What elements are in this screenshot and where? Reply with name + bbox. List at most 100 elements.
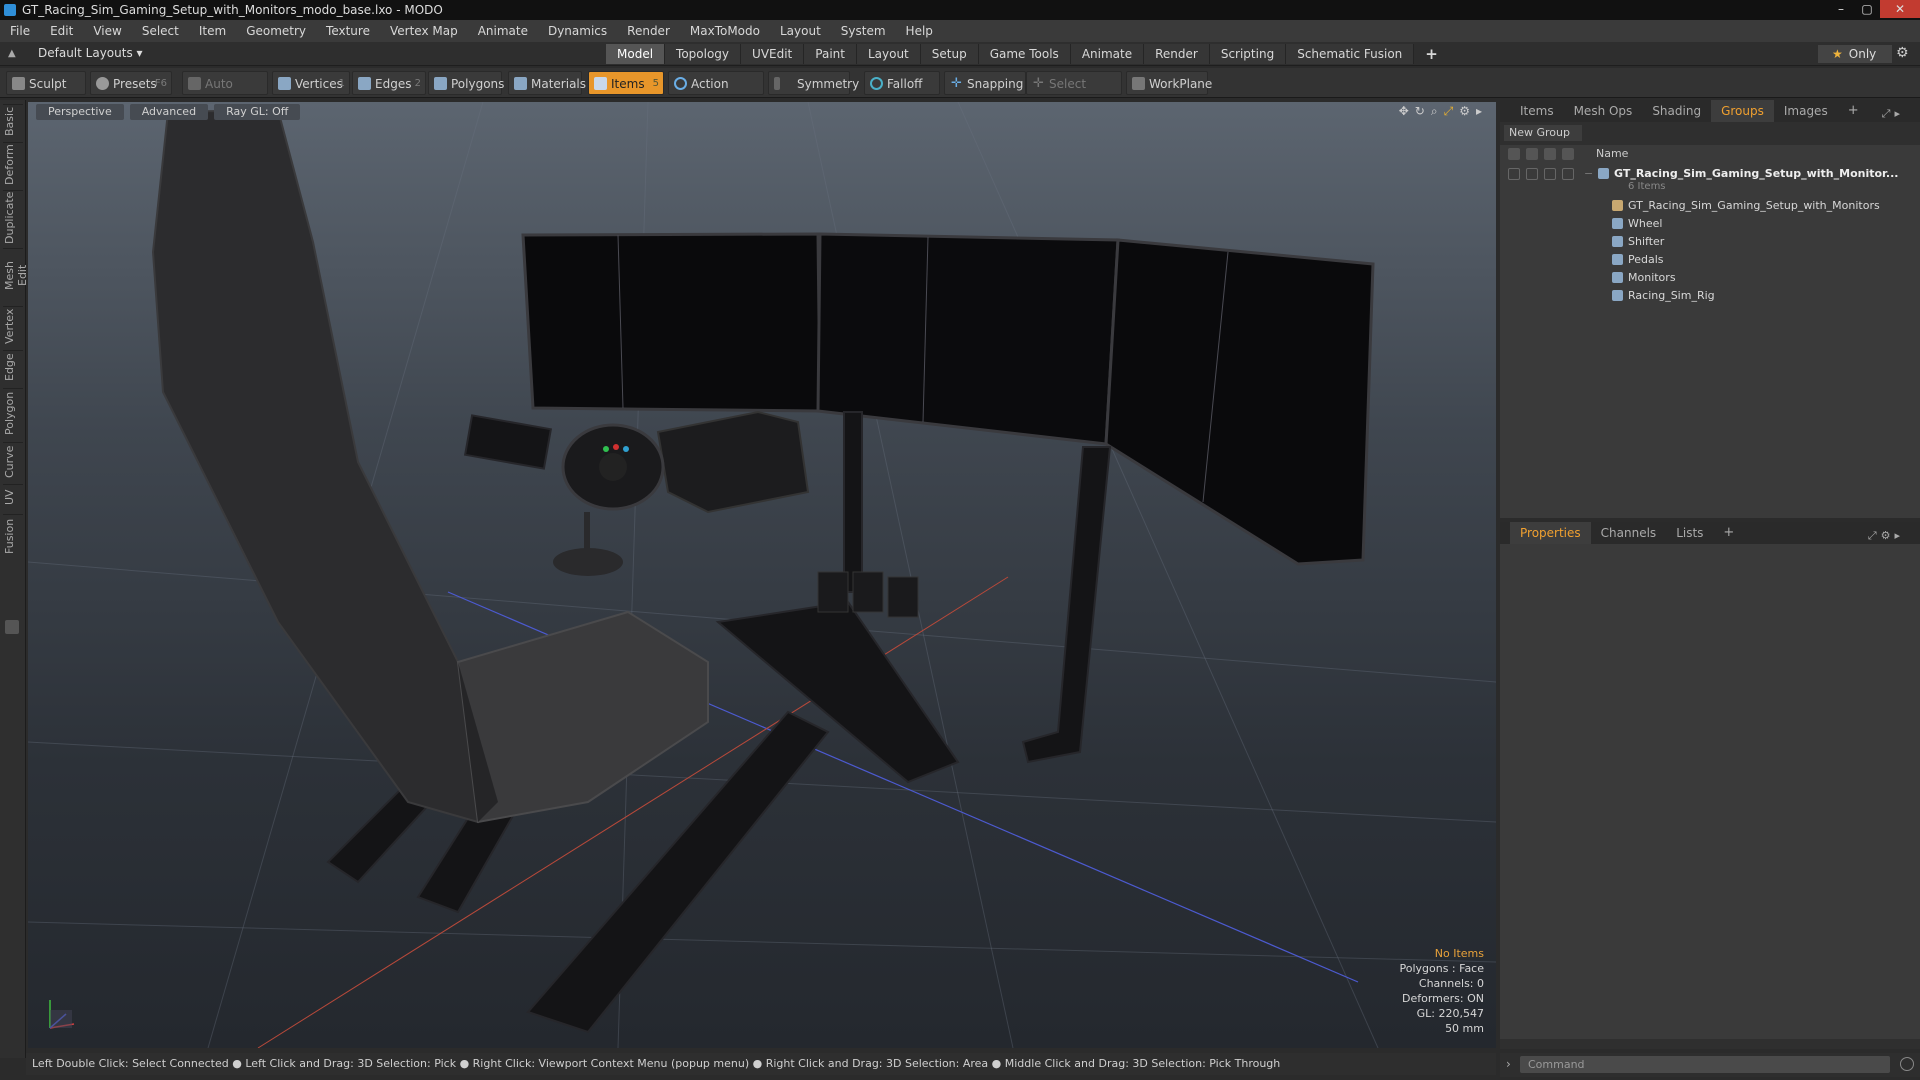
menu-maxtomodo[interactable]: MaxToModo (680, 24, 770, 38)
presets-button[interactable]: Presets F6 (90, 71, 172, 95)
tab-setup[interactable]: Setup (920, 44, 979, 64)
minimize-icon[interactable]: – (1828, 0, 1854, 18)
sculpt-button[interactable]: Sculpt (6, 71, 86, 95)
tab-curve[interactable]: Curve (3, 442, 23, 480)
lock-column-icon[interactable] (1544, 148, 1556, 160)
menu-render[interactable]: Render (617, 24, 680, 38)
menu-item[interactable]: Item (189, 24, 236, 38)
tab-layout[interactable]: Layout (856, 44, 921, 64)
menu-edit[interactable]: Edit (40, 24, 83, 38)
render-column-icon[interactable] (1526, 148, 1538, 160)
tab-animate[interactable]: Animate (1070, 44, 1145, 64)
tab-schematic-fusion[interactable]: Schematic Fusion (1286, 44, 1415, 64)
falloff-label: Falloff (887, 77, 923, 91)
tab-uvedit[interactable]: UVEdit (741, 44, 805, 64)
render-toggle-icon[interactable] (1526, 168, 1538, 180)
tab-lists[interactable]: Lists (1666, 522, 1713, 544)
menu-view[interactable]: View (83, 24, 131, 38)
select-toggle-icon[interactable] (1562, 168, 1574, 180)
menu-select[interactable]: Select (132, 24, 189, 38)
strip-toggle-icon[interactable] (5, 620, 19, 634)
tab-items[interactable]: Items (1510, 100, 1564, 122)
tab-images[interactable]: Images (1774, 100, 1838, 122)
presets-key: F6 (154, 78, 167, 89)
tab-shading[interactable]: Shading (1642, 100, 1711, 122)
tab-basic[interactable]: Basic (3, 104, 23, 138)
rotate-view-icon[interactable]: ↻ (1415, 104, 1425, 119)
materials-button[interactable]: Materials (508, 71, 586, 95)
tab-topology[interactable]: Topology (665, 44, 742, 64)
tab-edge[interactable]: Edge (3, 350, 23, 384)
advanced-dropdown[interactable]: Advanced (129, 104, 209, 120)
move-view-icon[interactable]: ✥ (1399, 104, 1409, 119)
pin-icon[interactable]: ▲ (8, 48, 16, 59)
tab-scripting[interactable]: Scripting (1209, 44, 1287, 64)
add-panel-tab-icon[interactable]: + (1713, 522, 1744, 544)
panel-expand-icon[interactable]: ⤢▸ (1872, 103, 1914, 125)
tab-deform[interactable]: Deform (3, 142, 23, 186)
symmetry-button[interactable]: Symmetry (768, 71, 859, 95)
tab-mesh-ops[interactable]: Mesh Ops (1564, 100, 1643, 122)
menu-geometry[interactable]: Geometry (236, 24, 316, 38)
menu-layout[interactable]: Layout (770, 24, 831, 38)
zoom-view-icon[interactable]: ⌕ (1431, 104, 1438, 119)
action-center-button[interactable]: Action Center (668, 71, 764, 115)
edges-button[interactable]: Edges 2 (352, 71, 426, 95)
name-column-header[interactable]: Name (1596, 147, 1628, 160)
tab-channels[interactable]: Channels (1591, 522, 1667, 544)
command-history-icon[interactable]: › (1506, 1057, 1511, 1071)
layout-selector[interactable]: Default Layouts ▾ (38, 46, 143, 60)
add-tab-icon[interactable]: + (1414, 44, 1449, 64)
tree-group-row[interactable]: − GT_Racing_Sim_Gaming_Setup_with_Monito… (1500, 165, 1920, 183)
menu-dynamics[interactable]: Dynamics (538, 24, 617, 38)
menu-animate[interactable]: Animate (468, 24, 538, 38)
menu-vertex-map[interactable]: Vertex Map (380, 24, 468, 38)
menu-texture[interactable]: Texture (316, 24, 380, 38)
command-input[interactable]: Command (1520, 1056, 1890, 1073)
tab-model[interactable]: Model (606, 44, 666, 64)
tab-polygon[interactable]: Polygon (3, 388, 23, 438)
3d-viewport[interactable]: Perspective Advanced Ray GL: Off ✥ ↻ ⌕ ⤢… (28, 102, 1496, 1048)
select-through-button[interactable]: ✛Select Through (1026, 71, 1122, 115)
only-button[interactable]: ★ Only (1818, 45, 1892, 63)
new-group-button[interactable]: New Group (1504, 125, 1582, 141)
lock-toggle-icon[interactable] (1544, 168, 1556, 180)
tab-uv[interactable]: UV (3, 484, 23, 510)
panel-settings-icon[interactable]: ⤢⚙▸ (1858, 525, 1914, 547)
falloff-button[interactable]: Falloff (864, 71, 940, 95)
workplane-button[interactable]: WorkPlane (1126, 71, 1212, 95)
items-button[interactable]: Items 5 (588, 71, 664, 95)
record-icon[interactable] (1900, 1057, 1914, 1071)
eye-icon[interactable] (1508, 168, 1520, 180)
visibility-column-icon[interactable] (1508, 148, 1520, 160)
viewport-settings-icon[interactable]: ⚙ (1459, 104, 1470, 119)
gear-icon[interactable]: ⚙ (1896, 45, 1909, 61)
tab-properties[interactable]: Properties (1510, 522, 1591, 544)
perspective-dropdown[interactable]: Perspective (36, 104, 124, 120)
tab-game-tools[interactable]: Game Tools (978, 44, 1071, 64)
raygl-dropdown[interactable]: Ray GL: Off (214, 104, 301, 120)
select-column-icon[interactable] (1562, 148, 1574, 160)
polygons-button[interactable]: Polygons (428, 71, 504, 95)
tab-paint[interactable]: Paint (804, 44, 857, 64)
menu-help[interactable]: Help (896, 24, 943, 38)
add-panel-tab-icon[interactable]: + (1838, 100, 1869, 122)
tab-render[interactable]: Render (1144, 44, 1210, 64)
maximize-icon[interactable]: ▢ (1854, 0, 1880, 18)
tab-mesh-edit[interactable]: Mesh Edit (3, 248, 29, 302)
viewport-expand-icon[interactable]: ▸ (1476, 104, 1482, 119)
menu-file[interactable]: File (0, 24, 40, 38)
tab-groups[interactable]: Groups (1711, 100, 1774, 122)
vertices-button[interactable]: Vertices 1 (272, 71, 350, 95)
mesh-icon (1612, 272, 1623, 283)
tree-item-label: GT_Racing_Sim_Gaming_Setup_with_Monitors (1628, 199, 1880, 212)
tab-fusion[interactable]: Fusion (3, 514, 23, 558)
tab-vertex[interactable]: Vertex (3, 306, 23, 346)
menu-system[interactable]: System (831, 24, 896, 38)
close-icon[interactable]: ✕ (1880, 0, 1920, 18)
fit-view-icon[interactable]: ⤢ (1444, 104, 1454, 119)
tab-duplicate[interactable]: Duplicate (3, 190, 23, 244)
collapse-icon[interactable]: − (1584, 167, 1593, 180)
snapping-button[interactable]: ✛ Snapping (944, 71, 1026, 95)
auto-select-button[interactable]: Auto Select (182, 71, 268, 115)
